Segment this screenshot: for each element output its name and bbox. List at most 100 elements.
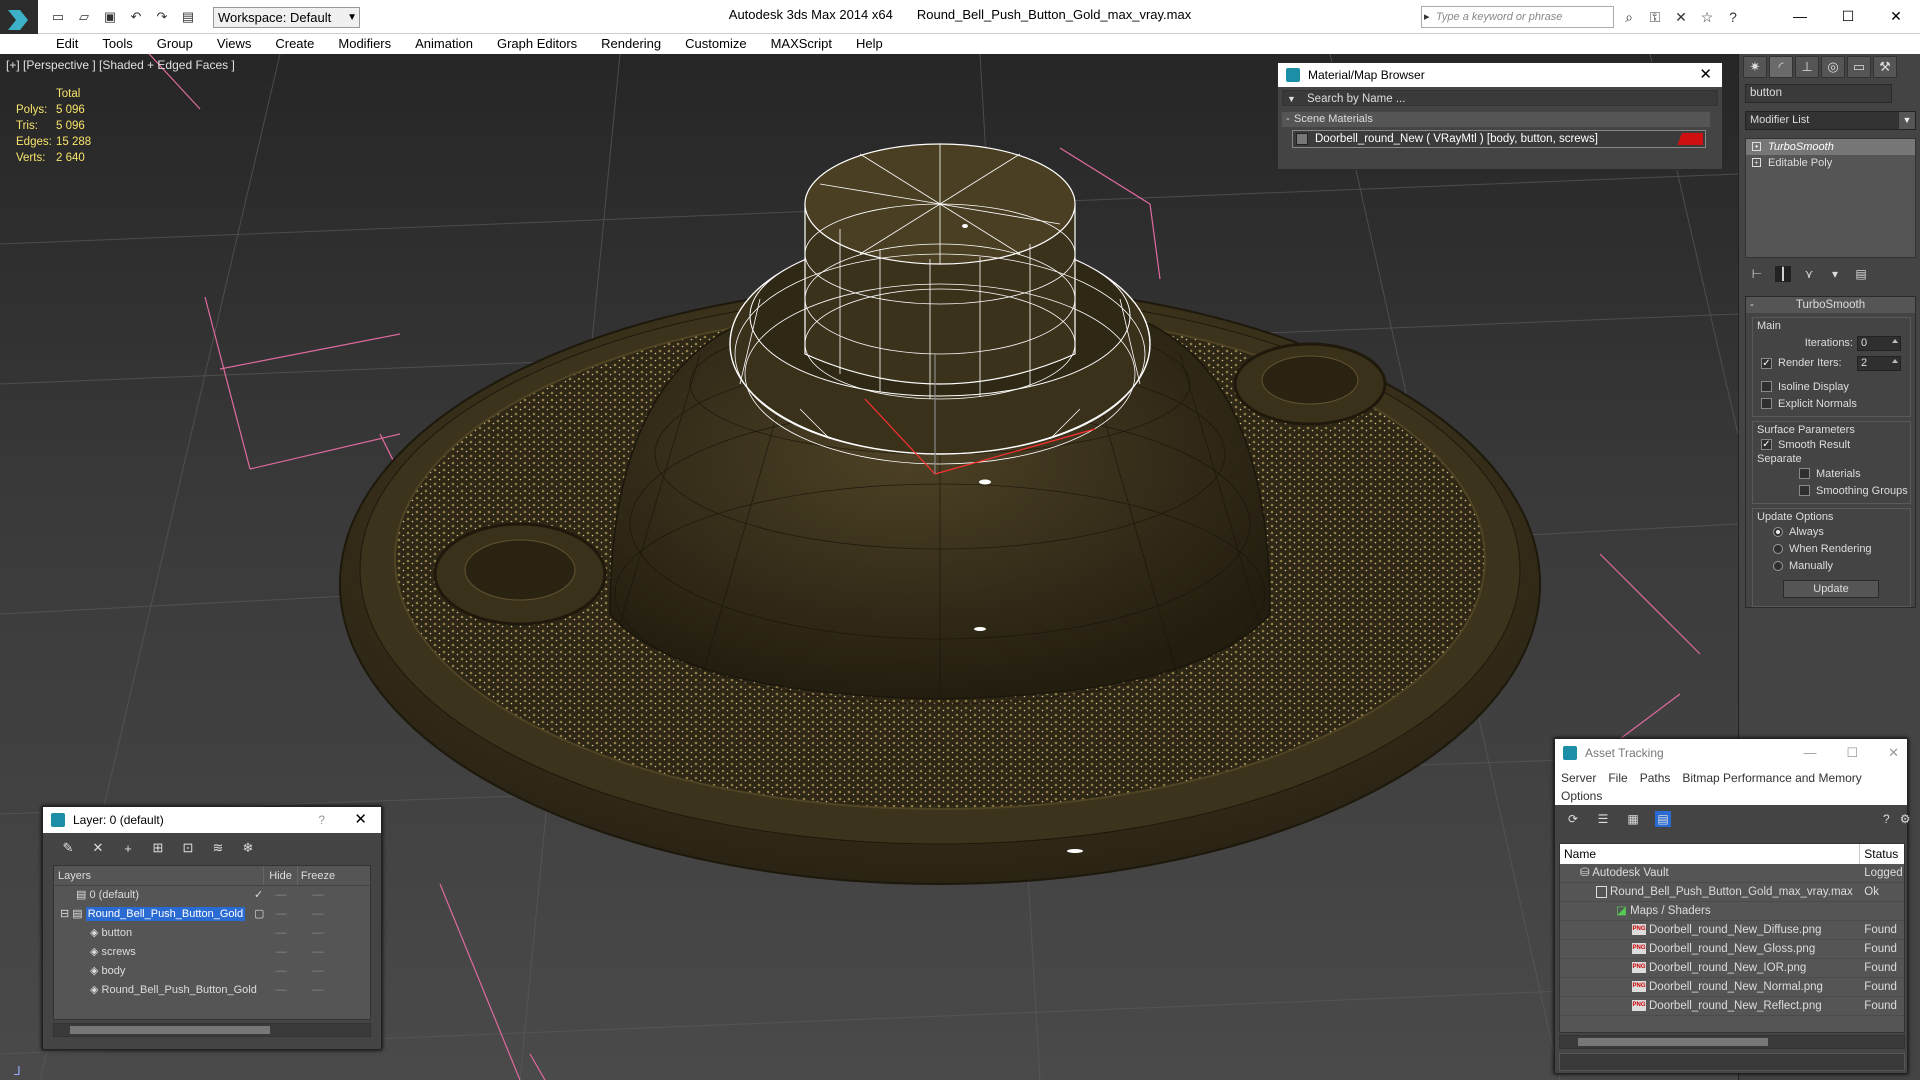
display-tab-icon[interactable]: ▭	[1847, 56, 1871, 78]
menu-customize[interactable]: Customize	[685, 34, 758, 54]
menu-rendering[interactable]: Rendering	[601, 34, 673, 54]
redo-icon[interactable]: ↷	[152, 7, 172, 27]
col-hide[interactable]: Hide	[264, 866, 298, 885]
pin-stack-icon[interactable]: ⊢	[1749, 266, 1765, 282]
hide-toggle[interactable]: —	[264, 962, 298, 981]
workspace-dropdown[interactable]: Workspace: Default ▼	[213, 7, 360, 28]
binoculars-icon[interactable]: ⌕	[1620, 8, 1638, 26]
freeze-toggle[interactable]: —	[298, 905, 338, 924]
stack-item-turbosmooth[interactable]: • TurboSmooth	[1746, 139, 1915, 155]
menu-help[interactable]: Help	[856, 34, 895, 54]
new-layer-icon[interactable]: ✎	[59, 839, 77, 857]
render-iters-checkbox[interactable]: ✓ Render Iters:	[1753, 355, 1857, 372]
settings-icon[interactable]: ⚙	[1900, 811, 1911, 827]
maximize-icon[interactable]: ☐	[1824, 0, 1872, 32]
hide-all-icon[interactable]: ≋	[209, 839, 227, 857]
menu-file[interactable]: File	[1608, 771, 1627, 785]
modify-tab-icon[interactable]: ◜	[1769, 56, 1793, 78]
undo-icon[interactable]: ↶	[126, 7, 146, 27]
close-icon[interactable]: ✕	[1888, 739, 1899, 767]
freeze-toggle[interactable]: —	[298, 943, 338, 962]
col-freeze[interactable]: Freeze	[298, 866, 338, 885]
maximize-icon[interactable]: ☐	[1846, 739, 1858, 767]
materials-checkbox[interactable]: Materials	[1753, 465, 1910, 482]
freeze-all-icon[interactable]: ❄	[239, 839, 257, 857]
hide-toggle[interactable]: —	[264, 905, 298, 924]
layer-row[interactable]: ◈ body — —	[54, 962, 370, 981]
thumbnail-view-icon[interactable]: ▦	[1625, 811, 1641, 827]
key-icon[interactable]: ⚿	[1646, 8, 1664, 26]
minimize-icon[interactable]: —	[1803, 739, 1816, 767]
material-search-input[interactable]: ▼ Search by Name ...	[1282, 90, 1718, 106]
hide-toggle[interactable]: —	[264, 886, 298, 905]
explicit-normals-checkbox[interactable]: Explicit Normals	[1753, 395, 1910, 412]
menu-edit[interactable]: Edit	[56, 34, 90, 54]
highlight-layer-icon[interactable]: ⊡	[179, 839, 197, 857]
menu-tools[interactable]: Tools	[102, 34, 144, 54]
close-icon[interactable]: ✕	[1699, 63, 1712, 87]
hide-toggle[interactable]: —	[264, 943, 298, 962]
asset-row[interactable]: ◪ Maps / Shaders	[1560, 902, 1904, 921]
menu-bitmap-performance[interactable]: Bitmap Performance and Memory	[1682, 771, 1861, 785]
open-file-icon[interactable]: ▱	[74, 7, 94, 27]
hide-toggle[interactable]: —	[264, 981, 298, 1000]
col-name[interactable]: Name	[1560, 844, 1861, 864]
layer-horizontal-scrollbar[interactable]	[53, 1023, 371, 1037]
asset-tracking-titlebar[interactable]: Asset Tracking — ☐ ✕	[1555, 739, 1907, 767]
menu-views[interactable]: Views	[217, 34, 263, 54]
save-icon[interactable]: ▣	[100, 7, 120, 27]
utilities-tab-icon[interactable]: ⚒	[1873, 56, 1897, 78]
help-icon[interactable]: ?	[1883, 811, 1890, 827]
chevron-down-icon[interactable]: ▼	[1287, 91, 1296, 107]
asset-row[interactable]: Round_Bell_Push_Button_Gold_max_vray.max…	[1560, 883, 1904, 902]
freeze-toggle[interactable]: —	[298, 924, 338, 943]
asset-row[interactable]: PNG Doorbell_round_New_Diffuse.png Found	[1560, 921, 1904, 940]
col-status[interactable]: Status	[1860, 844, 1904, 864]
table-view-icon[interactable]: ▤	[1655, 811, 1671, 827]
delete-layer-icon[interactable]: ✕	[89, 839, 107, 857]
make-unique-icon[interactable]: ⋎	[1801, 266, 1817, 282]
expand-plus-icon[interactable]: +	[1752, 158, 1761, 167]
new-file-icon[interactable]: ▭	[48, 7, 68, 27]
select-objects-icon[interactable]: ⊞	[149, 839, 167, 857]
layer-row[interactable]: ◈ button — —	[54, 924, 370, 943]
object-name-field[interactable]: button	[1745, 84, 1892, 103]
manually-radio[interactable]: Manually	[1753, 557, 1910, 574]
menu-options[interactable]: Options	[1561, 789, 1602, 803]
material-item[interactable]: Doorbell_round_New ( VRayMtl ) [body, bu…	[1292, 130, 1706, 148]
freeze-toggle[interactable]: —	[298, 962, 338, 981]
star-icon[interactable]: ☆	[1698, 8, 1716, 26]
hide-toggle[interactable]: —	[264, 924, 298, 943]
menu-animation[interactable]: Animation	[415, 34, 485, 54]
remove-modifier-icon[interactable]: ▾	[1827, 266, 1843, 282]
asset-row[interactable]: PNG Doorbell_round_New_IOR.png Found	[1560, 959, 1904, 978]
rollout-title[interactable]: TurboSmooth	[1746, 297, 1915, 313]
layer-row[interactable]: ◈ Round_Bell_Push_Button_Gold — —	[54, 981, 370, 1000]
smoothing-groups-checkbox[interactable]: Smoothing Groups	[1753, 482, 1910, 499]
iterations-spinner[interactable]: 0	[1857, 335, 1901, 351]
stack-item-editable-poly[interactable]: + Editable Poly	[1746, 155, 1915, 171]
layer-row[interactable]: ◈ screws — —	[54, 943, 370, 962]
list-view-icon[interactable]: ☰	[1595, 811, 1611, 827]
isoline-checkbox[interactable]: Isoline Display	[1753, 378, 1910, 395]
layer-dialog-titlebar[interactable]: Layer: 0 (default)? ✕	[43, 807, 381, 833]
smooth-result-checkbox[interactable]: ✓ Smooth Result	[1753, 436, 1910, 453]
layer-row[interactable]: ▤ 0 (default) ✓ — —	[54, 886, 370, 905]
menu-server[interactable]: Server	[1561, 771, 1596, 785]
scene-materials-group[interactable]: Scene Materials	[1282, 112, 1710, 127]
help-icon[interactable]: ?	[1724, 8, 1742, 26]
scrollbar-thumb[interactable]	[70, 1026, 270, 1034]
render-iters-spinner[interactable]: 2	[1857, 355, 1901, 371]
hierarchy-tab-icon[interactable]: ⊥	[1795, 56, 1819, 78]
collapse-icon[interactable]: ⊟	[60, 908, 72, 920]
bulb-icon[interactable]: •	[1752, 142, 1761, 151]
freeze-toggle[interactable]: —	[298, 886, 338, 905]
project-folder-icon[interactable]: ▤	[178, 7, 198, 27]
close-icon[interactable]: ✕	[1872, 0, 1920, 32]
exchange-icon[interactable]: ✕	[1672, 8, 1690, 26]
add-to-layer-icon[interactable]: +	[119, 839, 137, 857]
asset-horizontal-scrollbar[interactable]	[1559, 1035, 1905, 1049]
motion-tab-icon[interactable]: ◎	[1821, 56, 1845, 78]
current-layer-box-icon[interactable]: ▢	[254, 905, 266, 924]
freeze-toggle[interactable]: —	[298, 981, 338, 1000]
